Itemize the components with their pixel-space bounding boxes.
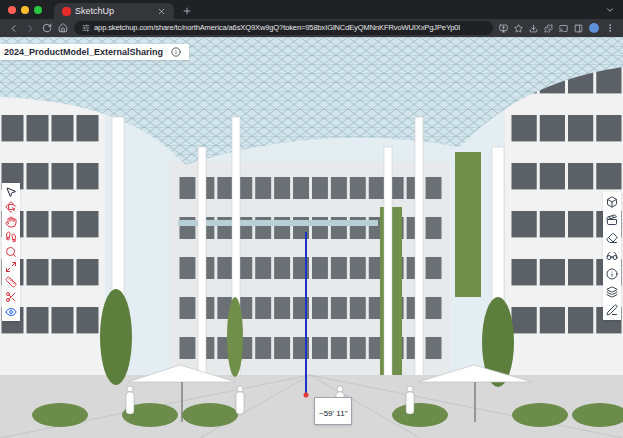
styles-icon[interactable] xyxy=(606,232,618,244)
look-around-icon[interactable] xyxy=(5,306,17,318)
measurement-label: ~59' 11" xyxy=(314,397,352,425)
reload-icon[interactable] xyxy=(42,23,52,33)
views-icon[interactable] xyxy=(606,196,618,208)
orbit-icon[interactable] xyxy=(5,201,17,213)
new-tab-icon[interactable] xyxy=(182,6,192,16)
cast-icon[interactable] xyxy=(559,24,568,33)
zoom-extents-icon[interactable] xyxy=(5,261,17,273)
measurement-value: ~59' 11" xyxy=(319,409,347,418)
zoom-window-icon[interactable] xyxy=(34,6,42,14)
bookmark-icon[interactable] xyxy=(514,24,523,33)
tape-measure-icon[interactable] xyxy=(5,276,17,288)
model-title: 2024_ProductModel_ExternalSharing xyxy=(4,48,163,57)
browser-menu-icon[interactable] xyxy=(605,23,615,33)
browser-window: SketchUp app.sketchup.com/share/tc/northA… xyxy=(0,0,623,438)
address-bar[interactable]: app.sketchup.com/share/tc/northAmerica/a… xyxy=(74,21,493,35)
url-text: app.sketchup.com/share/tc/northAmerica/a… xyxy=(94,24,460,32)
minimize-window-icon[interactable] xyxy=(21,6,29,14)
model-title-bar: 2024_ProductModel_ExternalSharing xyxy=(0,44,189,60)
window-controls xyxy=(8,0,54,19)
scenes-icon[interactable] xyxy=(606,214,618,226)
tab-title: SketchUp xyxy=(75,7,153,16)
home-icon[interactable] xyxy=(58,23,68,33)
sketchup-favicon-icon xyxy=(62,7,71,16)
walk-icon[interactable] xyxy=(5,231,17,243)
tags-icon[interactable] xyxy=(606,286,618,298)
close-tab-icon[interactable] xyxy=(157,7,166,16)
tab-search-icon[interactable] xyxy=(605,5,615,15)
browser-tab[interactable]: SketchUp xyxy=(54,3,174,19)
markup-icon[interactable] xyxy=(606,304,618,316)
browser-toolbar: app.sketchup.com/share/tc/northAmerica/a… xyxy=(0,19,623,37)
section-plane-icon[interactable] xyxy=(5,291,17,303)
close-window-icon[interactable] xyxy=(8,6,16,14)
download-icon[interactable] xyxy=(529,24,538,33)
select-icon[interactable] xyxy=(5,186,17,198)
model-viewport-render[interactable] xyxy=(0,37,623,438)
entity-info-icon[interactable] xyxy=(606,268,618,280)
profile-avatar-icon[interactable] xyxy=(589,23,599,33)
tab-strip: SketchUp xyxy=(0,0,623,19)
pan-icon[interactable] xyxy=(5,216,17,228)
cast-tab-icon[interactable] xyxy=(499,24,508,33)
model-info-icon[interactable] xyxy=(171,47,181,57)
extensions-icon[interactable] xyxy=(544,24,553,33)
right-toolbar xyxy=(603,192,621,320)
sketchup-viewport[interactable]: 2024_ProductModel_ExternalSharing ~59' 11… xyxy=(0,37,623,438)
back-icon[interactable] xyxy=(8,23,19,34)
display-icon[interactable] xyxy=(606,250,618,262)
left-toolbar xyxy=(2,183,20,321)
zoom-icon[interactable] xyxy=(5,246,17,258)
side-panel-icon[interactable] xyxy=(574,24,583,33)
forward-icon[interactable] xyxy=(25,23,36,34)
site-info-icon[interactable] xyxy=(82,24,90,32)
